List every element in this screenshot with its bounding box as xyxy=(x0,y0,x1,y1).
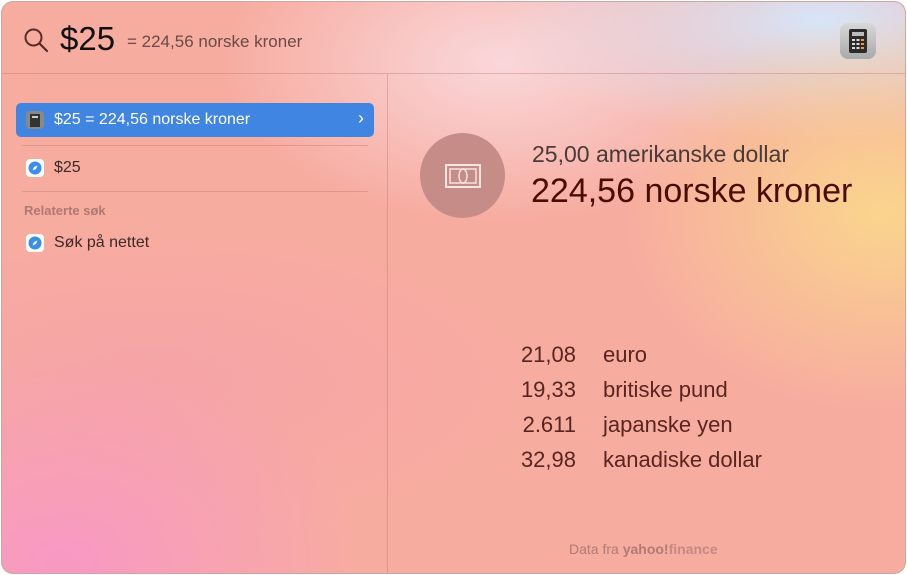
result-label: $25 = 224,56 norske kroner xyxy=(54,111,251,128)
spotlight-window: $25 = 224,56 norske kroner $25 = 224,56 … xyxy=(1,1,906,574)
rate-row: 32,98 kanadiske dollar xyxy=(482,447,762,482)
rate-value: 21,08 xyxy=(520,342,576,367)
search-completion-hint: = 224,56 norske kroner xyxy=(127,32,303,51)
rate-currency: japanske yen xyxy=(603,412,733,437)
rate-currency: britiske pund xyxy=(603,377,728,402)
yahoo-logo: yahoo! xyxy=(622,541,669,557)
safari-icon xyxy=(26,159,44,177)
chevron-right-icon: › xyxy=(358,108,364,128)
divider xyxy=(22,191,368,192)
calculator-icon xyxy=(26,111,44,129)
search-icon xyxy=(24,28,49,53)
source-prefix: Data fra xyxy=(569,541,619,557)
finance-logo: finance xyxy=(668,541,718,557)
data-source[interactable]: Data fra yahoo!finance xyxy=(569,541,718,557)
rate-currency: kanadiske dollar xyxy=(603,447,762,472)
result-item-conversion[interactable]: $25 = 224,56 norske kroner › xyxy=(16,103,374,137)
rate-currency: euro xyxy=(603,342,648,367)
result-label: Søk på nettet xyxy=(54,234,150,251)
section-header-related: Relaterte søk xyxy=(24,203,106,218)
pane-divider xyxy=(387,74,388,573)
converted-amount: 224,56 norske kroner xyxy=(531,172,853,210)
divider xyxy=(22,145,368,146)
result-label: $25 xyxy=(54,159,81,176)
rate-row: 21,08 euro xyxy=(482,342,762,377)
other-currencies: 21,08 euro 19,33 britiske pund 2.611 japans… xyxy=(482,342,762,482)
rate-row: 2.611 japanske yen xyxy=(482,412,762,447)
banknote-icon xyxy=(420,133,505,218)
rate-value: 19,33 xyxy=(520,377,576,402)
calculator-app-icon[interactable] xyxy=(840,23,876,59)
rate-value: 2.611 xyxy=(522,412,576,437)
rate-value: 32,98 xyxy=(520,447,576,472)
safari-icon xyxy=(26,234,44,252)
search-bar: $25 = 224,56 norske kroner xyxy=(2,2,905,74)
result-item-web[interactable]: $25 xyxy=(16,151,374,185)
rate-row: 19,33 britiske pund xyxy=(482,377,762,412)
related-item-search-web[interactable]: Søk på nettet xyxy=(16,226,374,260)
source-amount: 25,00 amerikanske dollar xyxy=(532,141,789,167)
search-input[interactable]: $25 xyxy=(60,20,115,58)
